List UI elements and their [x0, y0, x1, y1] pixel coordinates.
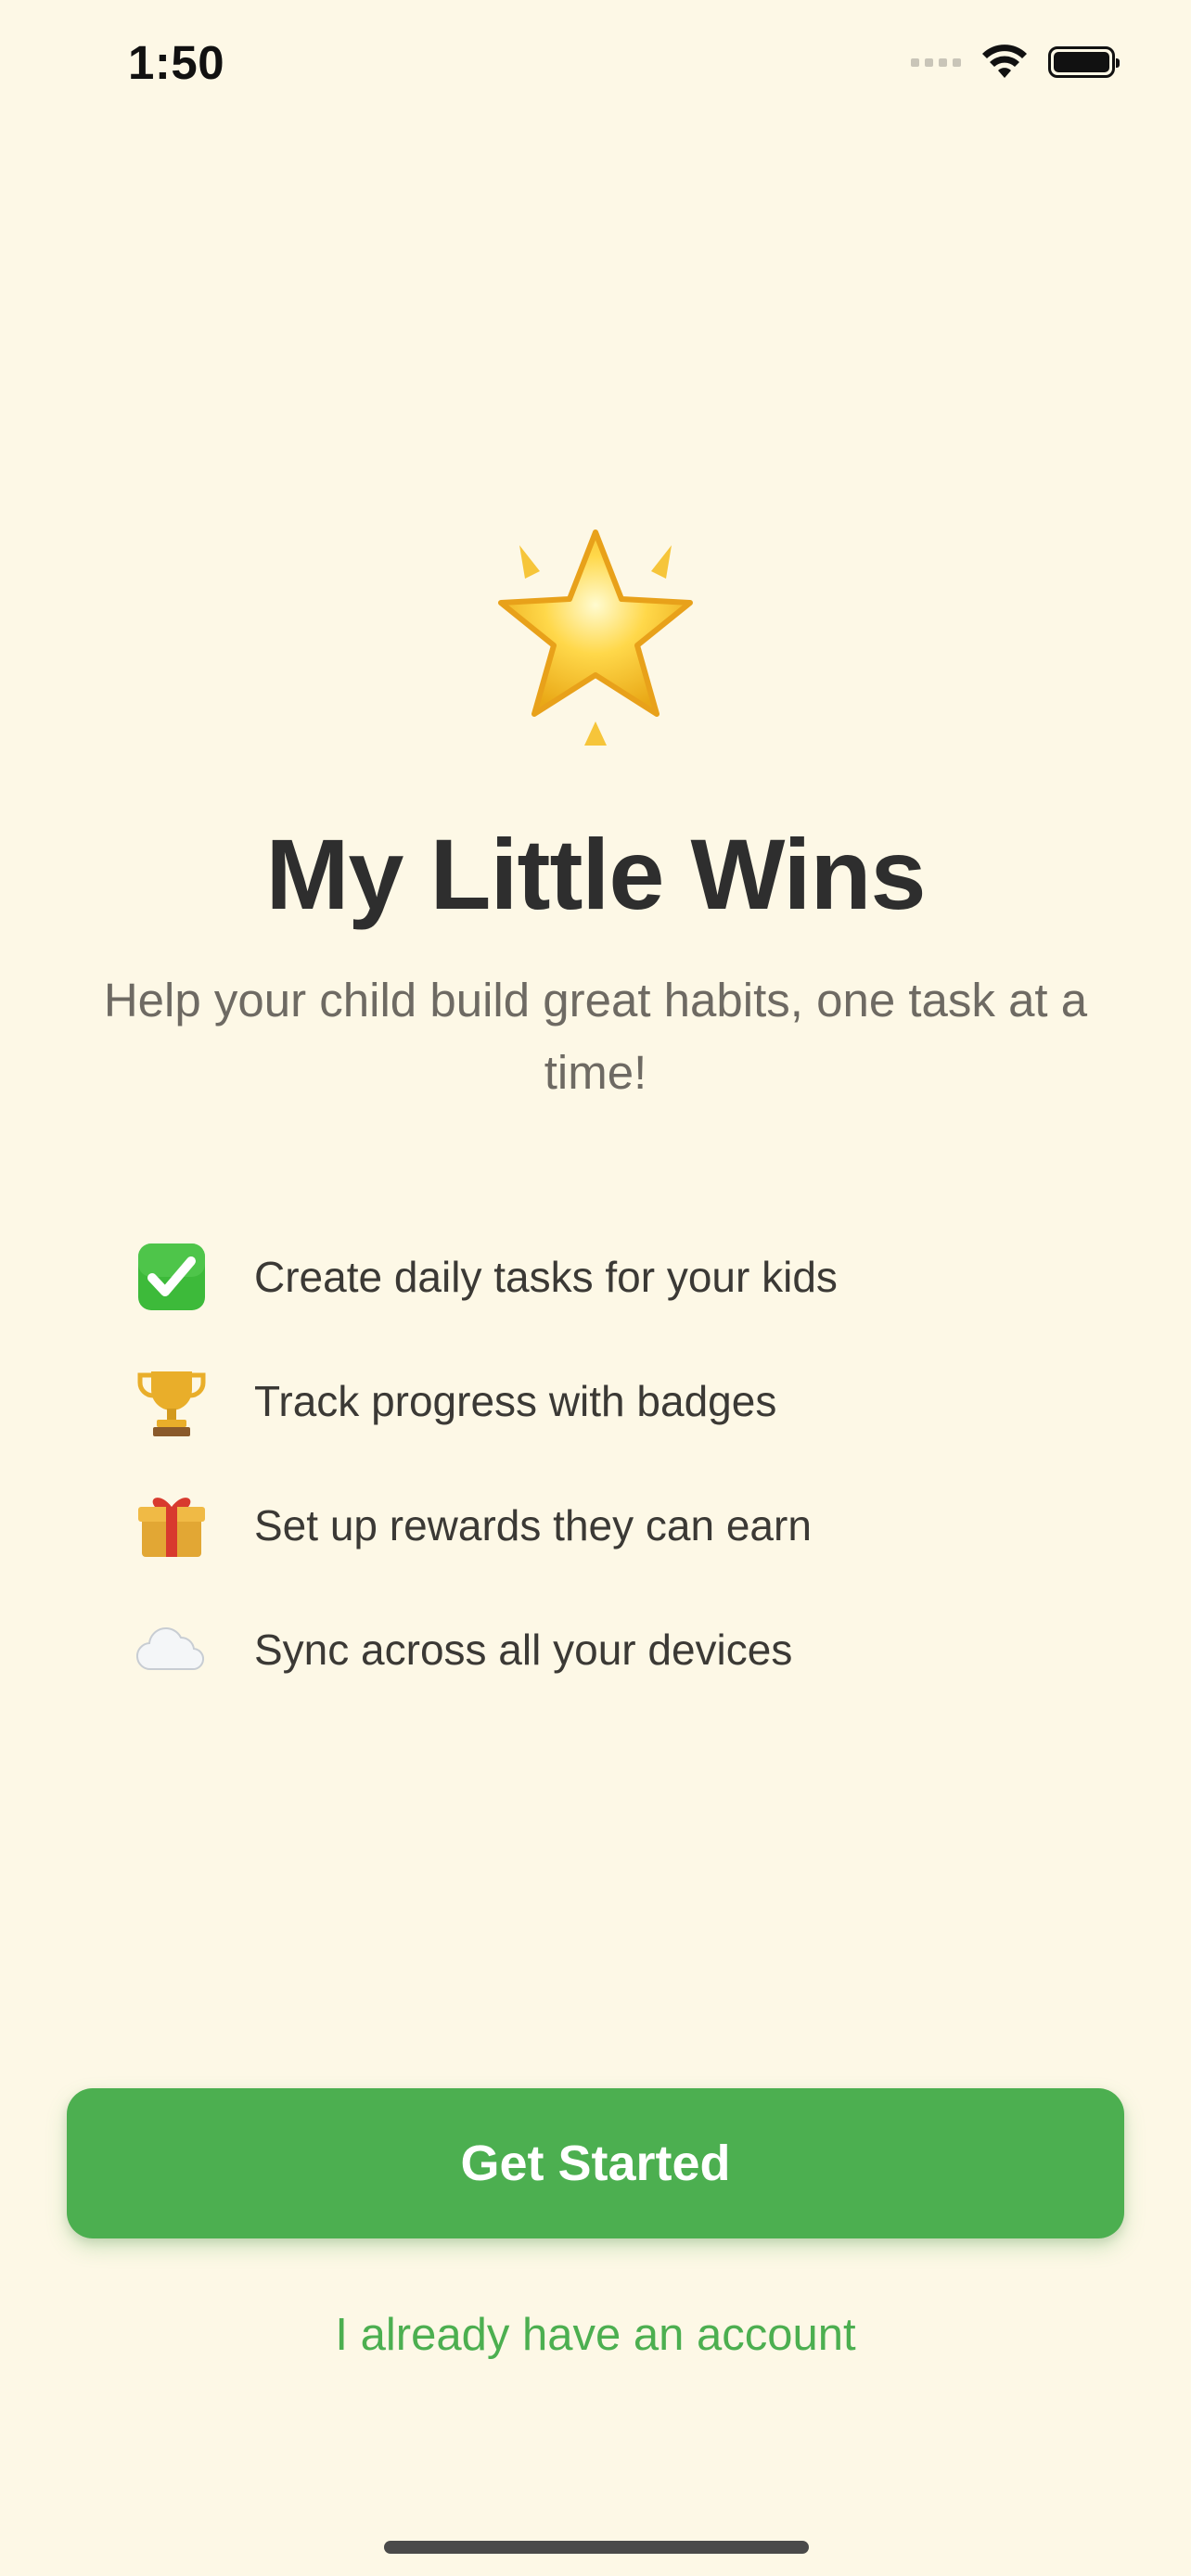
cloud-icon: [130, 1608, 213, 1691]
feature-item: Set up rewards they can earn: [130, 1463, 1095, 1588]
feature-item: Sync across all your devices: [130, 1588, 1095, 1712]
cellular-signal-icon: [911, 57, 961, 67]
feature-list: Create daily tasks for your kids Track p…: [130, 1215, 1095, 1712]
wifi-icon: [982, 45, 1027, 78]
gift-icon: [130, 1484, 213, 1567]
status-time: 1:50: [128, 36, 225, 89]
home-indicator[interactable]: [384, 2541, 809, 2554]
glowing-star-icon: [498, 529, 693, 746]
feature-item: Track progress with badges: [130, 1339, 1095, 1463]
feature-label: Set up rewards they can earn: [254, 1501, 812, 1549]
get-started-button[interactable]: Get Started: [67, 2088, 1124, 2238]
battery-icon: [1048, 46, 1120, 78]
app-title: My Little Wins: [265, 818, 926, 930]
feature-label: Track progress with badges: [254, 1377, 777, 1425]
check-mark-icon: [130, 1235, 213, 1319]
app-subtitle: Help your child build great habits, one …: [103, 974, 1088, 1099]
onboarding-screen: 1:50 My Little Wins Help your child buil…: [0, 0, 1191, 2576]
feature-item: Create daily tasks for your kids: [130, 1215, 1095, 1339]
feature-label: Create daily tasks for your kids: [254, 1253, 838, 1301]
trophy-icon: [130, 1359, 213, 1443]
existing-account-link[interactable]: I already have an account: [0, 2309, 1191, 2361]
feature-label: Sync across all your devices: [254, 1626, 793, 1674]
status-icons: [911, 45, 1120, 80]
